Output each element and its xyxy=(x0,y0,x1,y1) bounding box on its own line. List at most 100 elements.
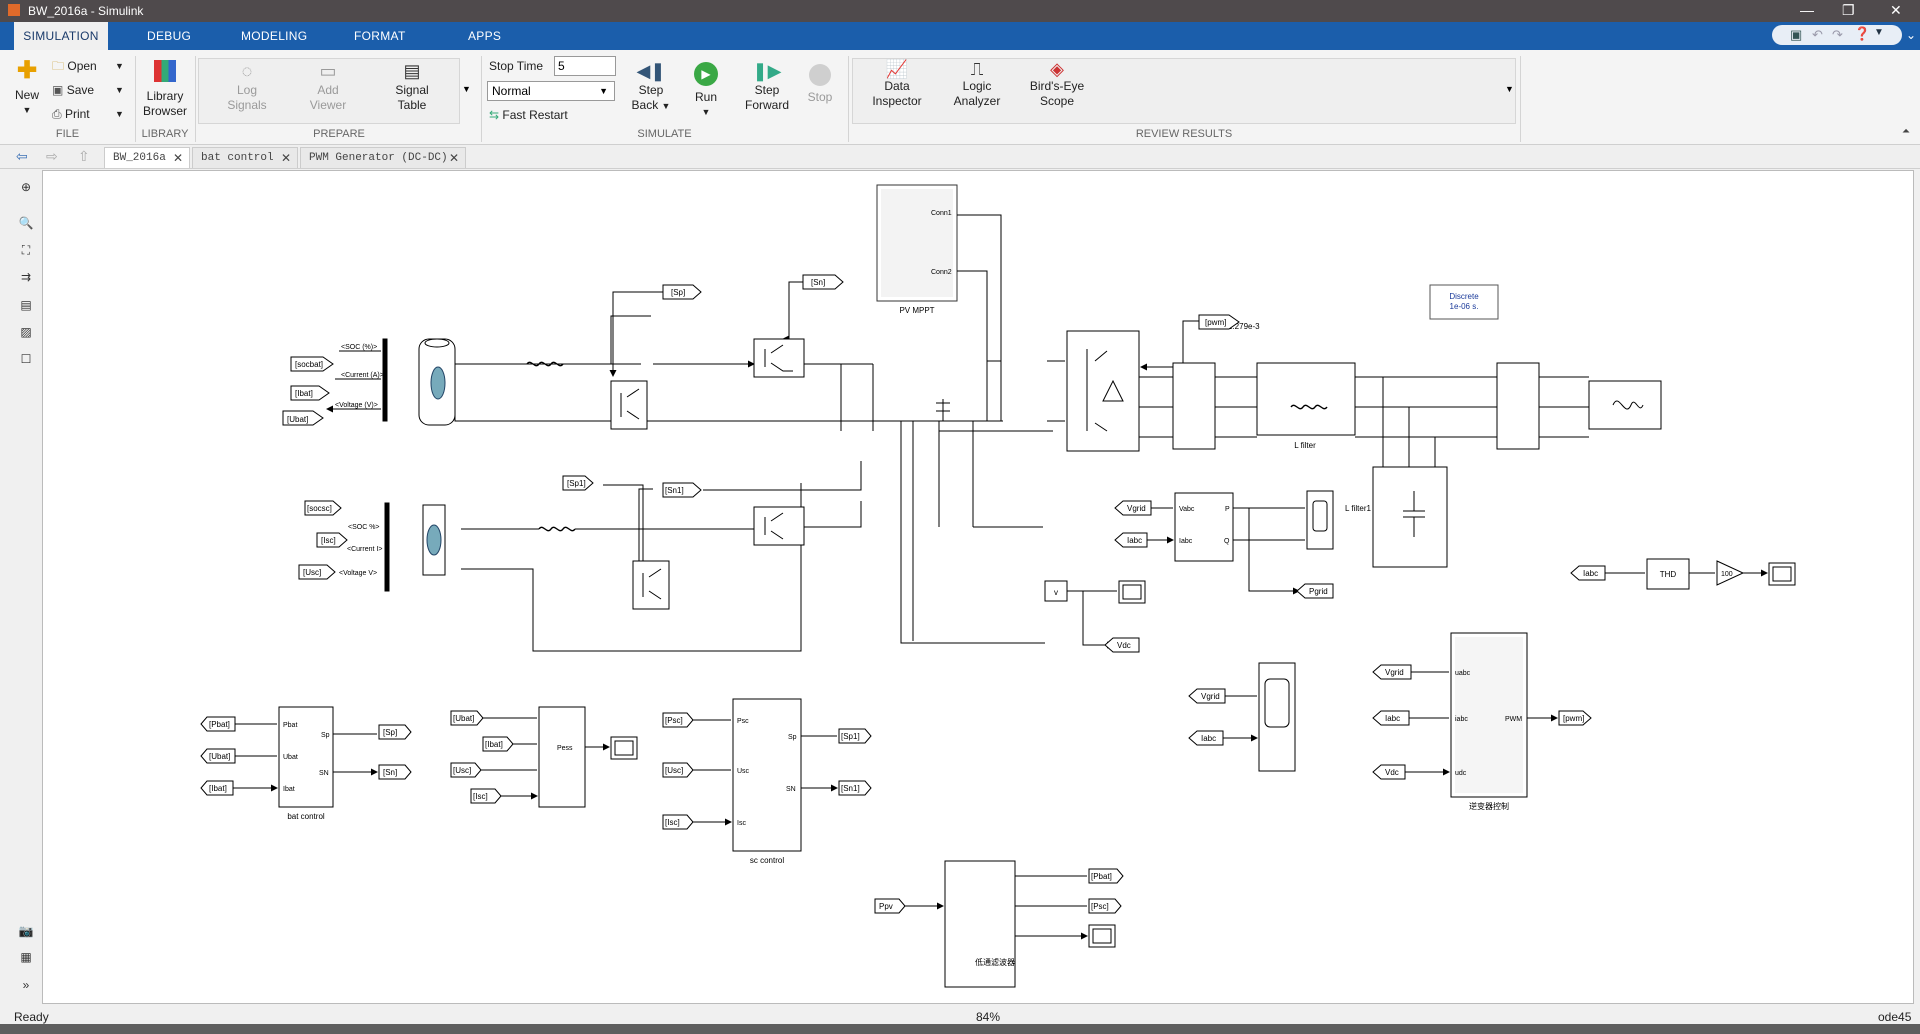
log-signals-button[interactable]: ◌ Log Signals xyxy=(222,62,272,113)
image-icon[interactable]: ▨ xyxy=(18,325,34,339)
tab-simulation[interactable]: SIMULATION xyxy=(14,22,108,50)
library-browser-button[interactable]: Library Browser xyxy=(140,60,190,119)
zoom-icon[interactable]: 🔍 xyxy=(18,216,34,230)
tab-modeling[interactable]: MODELING xyxy=(241,22,307,50)
bat-control-tags[interactable]: [Pbat] [Ubat] [Ibat] xyxy=(200,716,236,796)
powergui-block[interactable]: Discrete 1e-06 s. xyxy=(1429,284,1499,320)
bat-control-block[interactable]: Pbat Ubat Ibat Sp SN bat control xyxy=(278,706,334,821)
conn1-label: Conn1 xyxy=(931,210,952,217)
help-icon[interactable]: ❓ xyxy=(1854,26,1870,42)
tag-pwm-label: [pwm] xyxy=(1205,318,1226,327)
solver-name[interactable]: ode45 xyxy=(1878,1010,1911,1024)
birds-eye-scope-button[interactable]: ◈ Bird's-Eye Scope xyxy=(1024,60,1090,109)
restore-icon[interactable]: ❐ xyxy=(1842,2,1855,19)
igbt-block-1[interactable] xyxy=(610,380,648,430)
scope-lpf[interactable] xyxy=(1088,924,1116,948)
sc-control-tags[interactable]: [Psc] [Usc] [Isc] xyxy=(662,712,694,830)
simulation-mode-select[interactable]: Normal ▼ xyxy=(487,81,615,101)
undo-icon[interactable]: ↶ xyxy=(1812,27,1823,43)
scope-pess[interactable] xyxy=(610,736,638,760)
viewer-icon: ▭ xyxy=(319,61,337,81)
measurement-block-2[interactable] xyxy=(1496,362,1540,450)
back-arrow-icon[interactable]: ⇦ xyxy=(16,148,28,165)
inverter-control-block[interactable]: uabc iabc udc PWM 逆变器控制 xyxy=(1450,632,1528,811)
close-tab-icon[interactable]: ✕ xyxy=(449,151,459,165)
supercapacitor-block[interactable] xyxy=(422,504,446,576)
tab-apps[interactable]: APPS xyxy=(468,22,501,50)
minimize-toolstrip-icon[interactable]: ⏶ xyxy=(1902,126,1910,137)
hide-explorer-icon[interactable]: ⊕ xyxy=(18,180,34,194)
collapse-ribbon-icon[interactable]: ⌄ xyxy=(1906,28,1916,42)
area-icon[interactable]: ☐ xyxy=(18,352,34,366)
l-filter-block[interactable]: L filter xyxy=(1256,362,1356,450)
forward-arrow-icon[interactable]: ⇨ xyxy=(46,148,58,165)
print-button[interactable]: ⎙ Print ▼ xyxy=(52,107,124,122)
review-gallery-expand-icon[interactable]: ▼ xyxy=(1505,84,1514,94)
vgrid-iabc-tags-2[interactable]: Vgrid Iabc xyxy=(1188,688,1226,746)
pess-block[interactable]: Pess xyxy=(538,706,586,808)
v-sum-block[interactable]: v xyxy=(1044,580,1068,602)
battery-block[interactable] xyxy=(418,338,456,426)
logic-analyzer-button[interactable]: ⎍ Logic Analyzer xyxy=(946,60,1008,109)
pq-measurement-block[interactable]: Vabc Iabc P Q xyxy=(1174,492,1234,562)
add-viewer-button[interactable]: ▭ Add Viewer xyxy=(303,61,353,113)
doc-tab-pwm-generator[interactable]: PWM Generator (DC-DC) ✕ xyxy=(300,147,466,168)
scope-thd[interactable] xyxy=(1768,562,1796,586)
close-tab-icon[interactable]: ✕ xyxy=(173,151,183,165)
stop-button[interactable]: Stop xyxy=(802,64,838,105)
stop-time-input[interactable] xyxy=(554,56,616,76)
annotation-icon[interactable]: ▤ xyxy=(18,298,34,312)
bus-selector-sc[interactable] xyxy=(384,502,390,592)
help-dropdown-icon[interactable]: ▼ xyxy=(1874,27,1884,38)
fast-restart-button[interactable]: ⇆ Fast Restart xyxy=(489,108,568,123)
save-button[interactable]: ▣ Save ▼ xyxy=(52,83,124,98)
doc-tab-bat-control[interactable]: bat control ✕ xyxy=(192,147,298,168)
save-quick-icon[interactable]: ▣ xyxy=(1790,27,1802,43)
igbt-block-3[interactable] xyxy=(632,560,670,610)
minimize-icon[interactable]: — xyxy=(1800,2,1814,18)
vgrid-iabc-tags-1[interactable]: Vgrid Iabc xyxy=(1114,500,1152,548)
low-pass-filter-block[interactable]: 低通滤波器 xyxy=(944,860,1016,988)
scope-pq[interactable] xyxy=(1306,490,1334,550)
tab-format[interactable]: FORMAT xyxy=(354,22,406,50)
up-arrow-icon[interactable]: ⇧ xyxy=(78,148,90,165)
open-button[interactable]: 🗀 Open ▼ xyxy=(52,59,124,74)
pess-tags[interactable]: [Ubat] [Ibat] [Usc] [Isc] xyxy=(450,710,514,804)
screenshot-icon[interactable]: 📷 xyxy=(18,924,34,938)
run-button[interactable]: ▶ Run ▼ xyxy=(686,62,726,120)
step-forward-button[interactable]: ❚▶ Step Forward xyxy=(742,62,792,113)
measurement-block-1[interactable] xyxy=(1172,362,1216,450)
redo-icon[interactable]: ↷ xyxy=(1832,27,1843,43)
prepare-gallery-expand-icon[interactable]: ▼ xyxy=(462,84,471,94)
step-back-button[interactable]: ◀❚ Step Back ▼ xyxy=(628,62,674,114)
thd-block[interactable]: THD xyxy=(1646,558,1690,590)
zoom-level: 84% xyxy=(976,1010,1001,1024)
l-filter1-block[interactable]: L filter1 xyxy=(1345,466,1448,568)
pv-mppt-block[interactable]: PV MPPT Conn1 Conn2 xyxy=(876,184,958,315)
igbt-block-4[interactable] xyxy=(753,506,805,546)
data-inspector-button[interactable]: 📈 Data Inspector xyxy=(866,60,928,109)
close-icon[interactable]: ✕ xyxy=(1890,2,1902,19)
property-inspector-icon[interactable]: ▦ xyxy=(18,950,34,964)
signal-table-button[interactable]: ▤ Signal Table xyxy=(386,62,438,113)
new-button[interactable]: ✚ New ▼ xyxy=(12,59,42,118)
expand-palette-icon[interactable]: » xyxy=(18,978,34,992)
grid-source-block[interactable] xyxy=(1588,380,1662,430)
doc-tab-bw2016a[interactable]: BW_2016a ✕ xyxy=(104,147,190,168)
gain-block[interactable]: 100 xyxy=(1716,560,1745,586)
inv-ctrl-tags[interactable]: Vgrid Iabc Vdc xyxy=(1372,664,1412,780)
arrow-right-icon[interactable]: ⇉ xyxy=(18,270,34,284)
battery-measurement-tags[interactable]: [socbat] [Ibat] [Ubat] xyxy=(282,356,334,426)
sc-control-block[interactable]: Psc Usc Isc Sp SN sc control xyxy=(732,698,802,865)
iabc-tag-thd[interactable]: Iabc xyxy=(1570,565,1606,581)
scope-grid[interactable] xyxy=(1258,662,1296,772)
close-tab-icon[interactable]: ✕ xyxy=(281,151,291,165)
tab-debug[interactable]: DEBUG xyxy=(147,22,191,50)
inverter-block[interactable] xyxy=(1066,330,1140,452)
scope-vdc[interactable] xyxy=(1118,580,1146,604)
bus-selector-battery[interactable] xyxy=(382,338,388,422)
supercap-measurement-tags[interactable]: [socsc] [Isc] [Usc] xyxy=(298,500,348,580)
igbt-block-2[interactable] xyxy=(753,338,805,378)
fit-view-icon[interactable]: ⛶ xyxy=(18,243,34,257)
model-canvas[interactable]: PV MPPT Conn1 Conn2 Discrete 1e-06 s. 1.… xyxy=(42,170,1914,1004)
